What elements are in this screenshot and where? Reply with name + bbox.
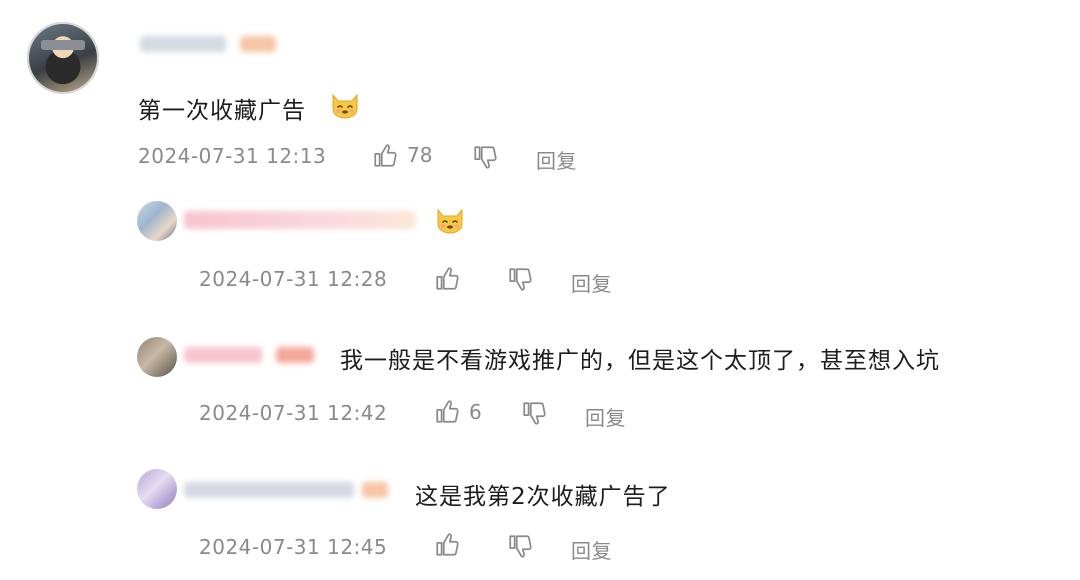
username-blurred[interactable]	[184, 482, 354, 498]
comment-timestamp: 2024-07-31 12:42	[199, 401, 388, 425]
thumbs-up-icon[interactable]	[434, 532, 460, 558]
username-blurred[interactable]	[240, 36, 276, 52]
reply-button[interactable]: 回复	[571, 268, 612, 297]
avatar[interactable]	[137, 337, 177, 377]
thumbs-up-icon[interactable]	[434, 399, 460, 425]
reply-button[interactable]: 回复	[536, 145, 577, 174]
avatar[interactable]	[27, 22, 99, 94]
like-count: 78	[407, 143, 433, 167]
thumbs-down-icon[interactable]	[507, 533, 533, 559]
thumbs-down-icon[interactable]	[521, 400, 547, 426]
comment-text: 第一次收藏广告	[138, 98, 306, 124]
username-blurred[interactable]	[362, 482, 388, 498]
comment-text: 我一般是不看游戏推广的，但是这个太顶了，甚至想入坑	[340, 348, 940, 374]
reply-button[interactable]: 回复	[571, 535, 612, 564]
comment-timestamp: 2024-07-31 12:28	[199, 267, 388, 291]
comment-text: 这是我第2次收藏广告了	[415, 484, 671, 510]
reply-button[interactable]: 回复	[585, 402, 626, 431]
thumbs-up-icon[interactable]	[372, 143, 398, 169]
thumbs-down-icon[interactable]	[472, 144, 498, 170]
like-count: 6	[469, 400, 482, 424]
username-blurred[interactable]	[140, 36, 226, 52]
thumbs-up-icon[interactable]	[434, 266, 460, 292]
avatar[interactable]	[137, 201, 177, 241]
username-blurred[interactable]	[184, 347, 262, 363]
username-blurred[interactable]	[276, 347, 314, 363]
comment-timestamp: 2024-07-31 12:13	[138, 144, 327, 168]
username-blurred[interactable]	[184, 211, 416, 229]
thumbs-down-icon[interactable]	[507, 266, 533, 292]
comment-timestamp: 2024-07-31 12:45	[199, 535, 388, 559]
cat-face-emoji	[434, 203, 466, 235]
cat-face-emoji	[329, 88, 361, 120]
avatar[interactable]	[137, 469, 177, 509]
